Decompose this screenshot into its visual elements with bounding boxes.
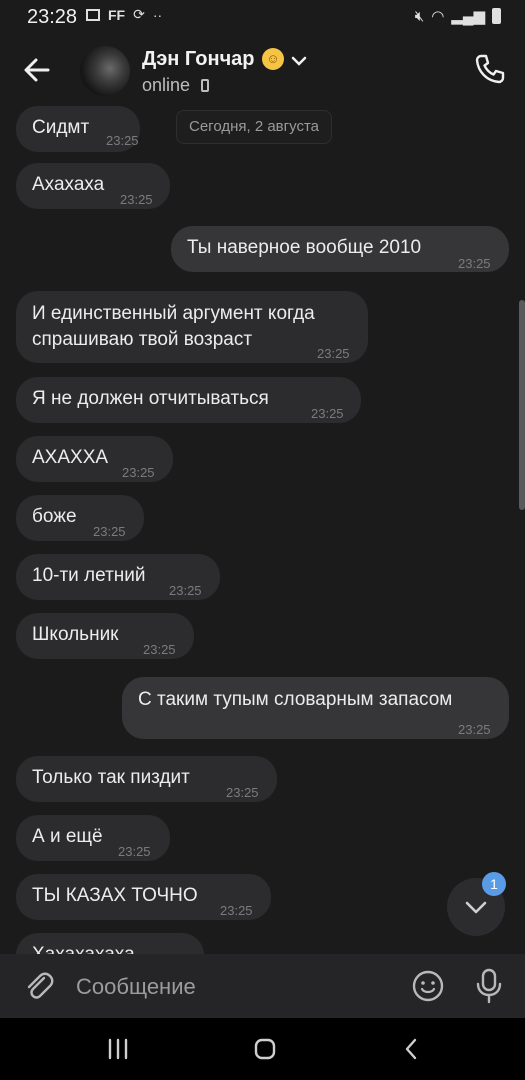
message-text: А и ещё: [32, 826, 103, 847]
message-time: 23:25: [143, 642, 176, 657]
message-text: ТЫ КАЗАХ ТОЧНО: [32, 885, 198, 906]
call-button[interactable]: [473, 52, 507, 86]
message-time: 23:25: [458, 256, 491, 271]
scrollbar[interactable]: [519, 300, 525, 510]
message-time: 23:25: [169, 583, 202, 598]
message-text-line: И единственный аргумент когда: [32, 303, 315, 324]
attach-button[interactable]: [22, 969, 56, 1003]
microphone-icon: [476, 968, 502, 1004]
message-text: С таким тупым словарным запасом: [138, 689, 453, 710]
avatar[interactable]: [80, 46, 130, 96]
message-bubble-incoming[interactable]: Я не должен отчитываться 23:25: [16, 377, 361, 423]
message-bubble-incoming[interactable]: ТЫ КАЗАХ ТОЧНО 23:25: [16, 874, 271, 920]
more-notifications-icon: ··: [152, 6, 163, 23]
sync-notification-icon: ⟳: [133, 6, 145, 22]
message-text: 10-ти летний: [32, 565, 146, 586]
gallery-notification-icon: [86, 8, 100, 21]
message-time: 23:25: [458, 722, 491, 737]
voice-message-button[interactable]: [472, 967, 506, 1005]
message-time: 23:25: [317, 346, 350, 361]
wifi-icon: ◠: [431, 8, 445, 25]
smile-icon: [412, 970, 444, 1002]
message-input[interactable]: [74, 966, 398, 1008]
message-composer: [0, 954, 525, 1018]
chat-header: Дэн Гончар ☺ online: [0, 34, 525, 106]
message-text: Сидмт: [32, 117, 90, 138]
message-bubble-incoming[interactable]: 10-ти летний 23:25: [16, 554, 220, 600]
message-bubble-incoming[interactable]: Хахахахаха: [16, 933, 204, 954]
message-text: Только так пиздит: [32, 767, 190, 788]
phone-icon: [475, 54, 505, 84]
signal-icon: ▂▄▆: [451, 8, 485, 25]
message-time: 23:25: [122, 465, 155, 480]
contact-status: online: [142, 75, 191, 95]
notification-icons: FF ⟳ ··: [86, 6, 162, 23]
mobile-device-icon: [201, 79, 209, 92]
message-text: Ахахаха: [32, 174, 105, 195]
status-bar: 23:28 FF ⟳ ·· 🔇︎ ◠ ▂▄▆: [0, 0, 525, 34]
paperclip-icon: [27, 972, 54, 999]
message-time: 23:25: [106, 133, 139, 148]
home-icon[interactable]: [253, 1037, 277, 1061]
system-icons: 🔇︎ ◠ ▂▄▆: [415, 7, 501, 25]
recent-apps-icon[interactable]: [106, 1038, 130, 1060]
message-bubble-incoming[interactable]: А и ещё 23:25: [16, 815, 170, 861]
back-arrow-icon: [24, 58, 50, 82]
emoji-icon: ☺: [262, 48, 284, 70]
message-text: боже: [32, 506, 77, 527]
ff-notification-icon: FF: [108, 6, 126, 23]
message-bubble-incoming[interactable]: И единственный аргумент когда спрашиваю …: [16, 291, 368, 363]
message-text: Я не должен отчитываться: [32, 388, 269, 409]
message-bubble-incoming[interactable]: Ахахаха 23:25: [16, 163, 170, 209]
date-separator: Сегодня, 2 августа: [176, 110, 332, 144]
message-bubble-outgoing[interactable]: С таким тупым словарным запасом 23:25: [122, 677, 509, 739]
chevron-down-icon[interactable]: [291, 54, 307, 68]
emoji-button[interactable]: [411, 969, 445, 1003]
back-icon[interactable]: [400, 1037, 422, 1061]
message-text-line: спрашиваю твой возраст: [32, 329, 253, 350]
message-time: 23:25: [226, 785, 259, 800]
status-time: 23:28: [27, 6, 78, 28]
message-bubble-incoming[interactable]: Школьник 23:25: [16, 613, 194, 659]
message-bubble-incoming[interactable]: Только так пиздит 23:25: [16, 756, 277, 802]
battery-icon: [492, 8, 501, 24]
unread-count-badge: 1: [482, 872, 506, 896]
contact-name[interactable]: Дэн Гончар: [142, 48, 255, 71]
message-bubble-incoming[interactable]: АХАХХА 23:25: [16, 436, 173, 482]
message-list[interactable]: Сидмт 23:25 Сегодня, 2 августа Ахахаха 2…: [0, 106, 525, 954]
message-time: 23:25: [311, 406, 344, 421]
message-text: АХАХХА: [32, 447, 109, 468]
mute-icon: 🔇︎: [414, 7, 425, 25]
message-text: Школьник: [32, 624, 119, 645]
message-time: 23:25: [220, 903, 253, 918]
message-time: 23:25: [93, 524, 126, 539]
message-text: Хахахахаха: [32, 942, 135, 954]
back-button[interactable]: [18, 52, 56, 88]
message-time: 23:25: [120, 192, 153, 207]
message-text: Ты наверное вообще 2010: [187, 237, 422, 258]
message-bubble-outgoing[interactable]: Ты наверное вообще 2010 23:25: [171, 226, 509, 272]
message-bubble-incoming[interactable]: Сидмт 23:25: [16, 106, 140, 152]
message-bubble-incoming[interactable]: боже 23:25: [16, 495, 144, 541]
message-time: 23:25: [118, 844, 151, 859]
system-navigation-bar: [0, 1018, 525, 1080]
